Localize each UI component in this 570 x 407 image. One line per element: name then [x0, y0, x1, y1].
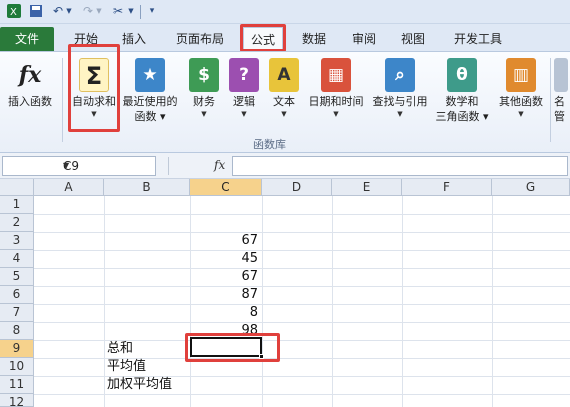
quick-access-toolbar: X ↶ ▼ ↷ ▼ ✂ ▼ ▾ [0, 0, 570, 24]
chevron-down-icon: ▼ [281, 110, 287, 118]
tab-data[interactable]: 数据 [294, 27, 334, 52]
row-header-8[interactable]: 8 [0, 322, 34, 340]
column-header-d[interactable]: D [262, 179, 332, 196]
undo-dropdown-icon[interactable]: ▼ [64, 3, 74, 19]
row-header-9[interactable]: 9 [0, 340, 34, 358]
column-header-b[interactable]: B [104, 179, 190, 196]
spreadsheet-grid[interactable]: A B C D E F G 1 2 3 4 5 6 7 8 9 10 11 12… [0, 179, 570, 407]
books-icon: ▥ [506, 58, 536, 92]
gridline [34, 304, 570, 305]
theta-book-icon: θ [447, 58, 477, 92]
row-header-2[interactable]: 2 [0, 214, 34, 232]
cell-b11[interactable]: 加权平均值 [107, 376, 172, 394]
customize-toolbar-icon[interactable]: ▾ [144, 3, 160, 19]
column-header-g[interactable]: G [492, 179, 570, 196]
tab-developer[interactable]: 开发工具 [446, 27, 510, 52]
save-icon[interactable] [28, 3, 44, 19]
row-header-5[interactable]: 5 [0, 268, 34, 286]
star-book-icon: ★ [135, 58, 165, 92]
ribbon-function-library: fx 插入函数 Σ 自动求和 ▼ ★ 最近使用的 函数 ▾ $ 财务 ▼ ? 逻… [0, 51, 570, 153]
row-header-3[interactable]: 3 [0, 232, 34, 250]
excel-logo-icon: X [6, 3, 22, 19]
fill-handle[interactable] [259, 354, 264, 359]
tab-view[interactable]: 视图 [393, 27, 433, 52]
tab-review[interactable]: 审阅 [344, 27, 384, 52]
chevron-down-icon: ▼ [241, 110, 247, 118]
ribbon-separator [550, 58, 551, 142]
chevron-down-icon: ▼ [518, 110, 524, 118]
chevron-down-icon[interactable]: ▼ [63, 157, 151, 175]
column-header-f[interactable]: F [402, 179, 492, 196]
recently-used-button[interactable]: ★ 最近使用的 函数 ▾ [120, 56, 180, 134]
cell-c3[interactable]: 67 [190, 232, 258, 250]
column-header-e[interactable]: E [332, 179, 402, 196]
date-time-button[interactable]: ▦ 日期和时间 ▼ [304, 56, 368, 134]
tab-home[interactable]: 开始 [64, 27, 108, 52]
chevron-down-icon: ▼ [201, 110, 207, 118]
autosum-button[interactable]: Σ 自动求和 ▼ [66, 56, 122, 134]
gridline [34, 322, 570, 323]
money-book-icon: $ [189, 58, 219, 92]
gridline [34, 214, 570, 215]
gridline [34, 394, 570, 395]
formula-input[interactable] [232, 156, 568, 176]
more-functions-button[interactable]: ▥ 其他函数 ▼ [494, 56, 548, 134]
toolbar-separator [140, 5, 141, 19]
cell-c4[interactable]: 45 [190, 250, 258, 268]
calendar-book-icon: ▦ [321, 58, 351, 92]
financial-button[interactable]: $ 财务 ▼ [184, 56, 224, 134]
ribbon-tabs: 文件 开始 插入 页面布局 公式 数据 审阅 视图 开发工具 [0, 24, 570, 52]
chevron-down-icon: ▼ [333, 110, 339, 118]
row-header-6[interactable]: 6 [0, 286, 34, 304]
row-header-12[interactable]: 12 [0, 394, 34, 407]
chevron-down-icon: ▼ [91, 110, 97, 118]
ribbon-separator [62, 58, 63, 142]
column-header-c[interactable]: C [190, 179, 262, 196]
math-trig-button[interactable]: θ 数学和 三角函数 ▾ [432, 56, 492, 134]
gridline [34, 232, 570, 233]
fx-icon[interactable]: fx [214, 158, 225, 172]
column-header-a[interactable]: A [34, 179, 104, 196]
row-header-4[interactable]: 4 [0, 250, 34, 268]
cell-c5[interactable]: 67 [190, 268, 258, 286]
formula-bar: C9 ▼ fx [0, 153, 570, 179]
sigma-icon: Σ [79, 58, 109, 92]
tab-page-layout[interactable]: 页面布局 [168, 27, 232, 52]
active-cell-c9[interactable] [190, 337, 264, 359]
text-button[interactable]: A 文本 ▼ [264, 56, 304, 134]
name-box[interactable]: C9 ▼ [2, 156, 156, 176]
tools-icon[interactable]: ✂ [110, 3, 126, 19]
lookup-reference-button[interactable]: ⌕ 查找与引用 ▼ [368, 56, 432, 134]
name-manager-icon [554, 58, 568, 92]
cell-b9[interactable]: 总和 [107, 340, 133, 358]
cell-b10[interactable]: 平均值 [107, 358, 146, 376]
select-all-corner[interactable] [0, 179, 34, 196]
tools-dropdown-icon[interactable]: ▼ [126, 3, 136, 19]
fx-icon: fx [18, 62, 42, 88]
tab-file[interactable]: 文件 [0, 27, 54, 52]
name-manager-button[interactable]: 名 管 [554, 56, 570, 134]
insert-function-button[interactable]: fx 插入函数 [2, 56, 58, 134]
cell-c7[interactable]: 8 [190, 304, 258, 322]
row-header-10[interactable]: 10 [0, 358, 34, 376]
row-header-7[interactable]: 7 [0, 304, 34, 322]
logical-button[interactable]: ? 逻辑 ▼ [224, 56, 264, 134]
tab-insert[interactable]: 插入 [113, 27, 155, 52]
row-header-11[interactable]: 11 [0, 376, 34, 394]
group-label: 函数库 [253, 138, 286, 151]
gridline [34, 250, 570, 251]
row-header-1[interactable]: 1 [0, 196, 34, 214]
chevron-down-icon: ▼ [397, 110, 403, 118]
formula-bar-resize-handle[interactable] [168, 157, 194, 175]
text-book-icon: A [269, 58, 299, 92]
magnifier-book-icon: ⌕ [385, 58, 415, 92]
redo-dropdown-icon[interactable]: ▼ [94, 3, 104, 19]
gridline [34, 268, 570, 269]
cell-c6[interactable]: 87 [190, 286, 258, 304]
tab-formulas[interactable]: 公式 [243, 27, 283, 52]
gridline [34, 286, 570, 287]
question-book-icon: ? [229, 58, 259, 92]
svg-text:X: X [10, 7, 17, 18]
